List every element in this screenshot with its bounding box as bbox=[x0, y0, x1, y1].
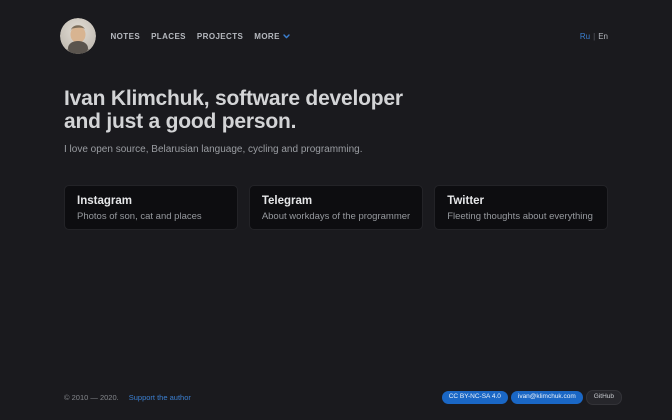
page-title-line-1: Ivan Klimchuk, software developer bbox=[64, 87, 608, 110]
hero-section: Ivan Klimchuk, software developer and ju… bbox=[0, 87, 672, 155]
nav-item-projects[interactable]: Projects bbox=[191, 28, 248, 45]
page: Notes Places Projects More Ru | En Ivan … bbox=[0, 0, 672, 420]
page-title-line-2: and just a good person. bbox=[64, 110, 608, 133]
nav-item-more-label: More bbox=[254, 32, 280, 41]
card-telegram-description: About workdays of the programmer bbox=[262, 211, 410, 222]
language-current-en: En bbox=[598, 32, 608, 41]
main-nav: Notes Places Projects More bbox=[105, 27, 295, 45]
social-cards: Instagram Photos of son, cat and places … bbox=[0, 185, 672, 230]
card-twitter-description: Fleeting thoughts about everything bbox=[447, 211, 595, 222]
footer: © 2010 — 2020. Support the author CC BY-… bbox=[0, 390, 672, 404]
copyright-text: © 2010 — 2020. bbox=[64, 393, 119, 402]
badge-license[interactable]: CC BY-NC-SA 4.0 bbox=[442, 391, 508, 404]
card-telegram-title: Telegram bbox=[262, 195, 410, 207]
badge-github[interactable]: GitHub bbox=[586, 390, 622, 405]
avatar-photo bbox=[60, 18, 96, 54]
support-author-link[interactable]: Support the author bbox=[129, 393, 191, 402]
card-instagram-description: Photos of son, cat and places bbox=[77, 211, 225, 222]
language-link-ru[interactable]: Ru bbox=[580, 32, 590, 41]
footer-badges: CC BY-NC-SA 4.0 ivan@klimchuk.com GitHub bbox=[442, 390, 622, 405]
nav-item-places[interactable]: Places bbox=[146, 28, 192, 45]
avatar[interactable] bbox=[60, 18, 96, 54]
hero-subtitle: I love open source, Belarusian language,… bbox=[64, 144, 608, 155]
header: Notes Places Projects More Ru | En bbox=[0, 18, 672, 54]
language-separator: | bbox=[593, 32, 595, 41]
card-telegram[interactable]: Telegram About workdays of the programme… bbox=[249, 185, 423, 230]
badge-email[interactable]: ivan@klimchuk.com bbox=[511, 391, 583, 404]
card-twitter[interactable]: Twitter Fleeting thoughts about everythi… bbox=[434, 185, 608, 230]
card-instagram-title: Instagram bbox=[77, 195, 225, 207]
chevron-down-icon bbox=[283, 32, 290, 41]
nav-item-more[interactable]: More bbox=[249, 27, 296, 45]
nav-item-notes[interactable]: Notes bbox=[105, 28, 146, 45]
page-title: Ivan Klimchuk, software developer and ju… bbox=[64, 87, 608, 133]
language-switcher: Ru | En bbox=[580, 32, 608, 41]
card-instagram[interactable]: Instagram Photos of son, cat and places bbox=[64, 185, 238, 230]
spacer bbox=[0, 230, 672, 390]
card-twitter-title: Twitter bbox=[447, 195, 595, 207]
